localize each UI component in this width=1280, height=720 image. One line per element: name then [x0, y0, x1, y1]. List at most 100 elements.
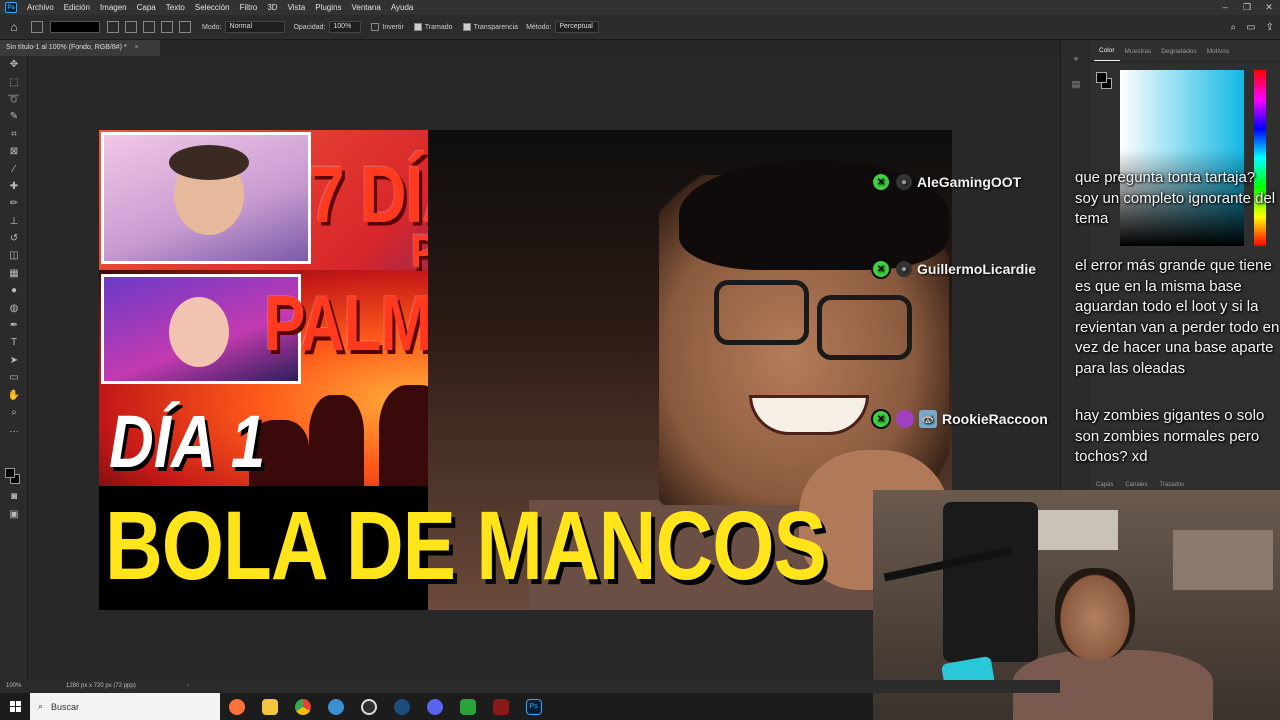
obs-icon[interactable] [352, 693, 385, 720]
diamond-gradient-icon[interactable] [179, 21, 191, 33]
steam-icon[interactable] [385, 693, 418, 720]
eyedropper-tool-icon[interactable]: ⁄ [0, 160, 28, 177]
crop-tool-icon[interactable]: ⌗ [0, 126, 28, 143]
shelf [1173, 530, 1273, 590]
gradient-preview[interactable] [50, 21, 100, 33]
quick-mask-icon[interactable]: ◙ [0, 488, 28, 505]
xbox-badge-icon: ✕ [871, 409, 891, 429]
brush-tool-icon[interactable]: ✏ [0, 195, 28, 212]
menu-3d[interactable]: 3D [262, 3, 282, 12]
minimize-icon[interactable]: – [1214, 0, 1236, 15]
menu-vista[interactable]: Vista [283, 3, 311, 12]
raccoon-avatar-icon: 🦝 [919, 410, 937, 428]
quick-selection-tool-icon[interactable]: ✎ [0, 108, 28, 125]
clone-stamp-tool-icon[interactable]: ⊥ [0, 213, 28, 230]
discord-icon[interactable] [418, 693, 451, 720]
type-tool-icon[interactable]: T [0, 334, 28, 351]
photoshop-icon[interactable]: Ps [517, 693, 550, 720]
thumbnail-image: 7 DÍAS PARA PALMARLA DÍA 1 BOLA DE MANCO… [99, 130, 952, 610]
xbox-icon[interactable] [451, 693, 484, 720]
menu-plugins[interactable]: Plugins [310, 3, 346, 12]
search-icon[interactable]: ⌕ [1231, 22, 1237, 33]
dither-checkbox[interactable] [413, 23, 422, 31]
user-icon: ● [896, 174, 912, 190]
streamer-panel-1 [101, 132, 311, 264]
menu-capa[interactable]: Capa [132, 3, 161, 12]
taskbar-search[interactable]: ⌕ Buscar [30, 693, 220, 720]
menu-edicion[interactable]: Edición [59, 3, 95, 12]
dodge-tool-icon[interactable]: ◍ [0, 299, 28, 316]
menu-bar: Ps Archivo Edición Imagen Capa Texto Sel… [0, 0, 1280, 15]
tab-degradados[interactable]: Degradados [1156, 48, 1201, 61]
firefox-icon[interactable] [220, 693, 253, 720]
menu-imagen[interactable]: Imagen [95, 3, 132, 12]
healing-brush-tool-icon[interactable]: ✚ [0, 178, 28, 195]
tab-color[interactable]: Color [1094, 47, 1120, 61]
start-button[interactable] [0, 693, 30, 720]
eraser-tool-icon[interactable]: ◫ [0, 247, 28, 264]
chrome-icon[interactable] [286, 693, 319, 720]
home-icon[interactable]: ⌂ [0, 20, 28, 34]
pen-tool-icon[interactable]: ✒ [0, 317, 28, 334]
menu-ayuda[interactable]: Ayuda [386, 3, 419, 12]
path-selection-tool-icon[interactable]: ➤ [0, 352, 28, 369]
zoom-level[interactable]: 100% [0, 680, 28, 693]
history-brush-tool-icon[interactable]: ↺ [0, 230, 28, 247]
status-bar: 1280 px x 720 px (72 ppp) › [28, 680, 1060, 693]
menu-filtro[interactable]: Filtro [235, 3, 263, 12]
share-icon[interactable]: ⇪ [1266, 22, 1274, 33]
menu-texto[interactable]: Texto [161, 3, 190, 12]
tools-panel: ✥ ⬚ ➰ ✎ ⌗ ⊠ ⁄ ✚ ✏ ⊥ ↺ ◫ ▦ ● ◍ ✒ T ➤ ▭ ✋ … [0, 56, 28, 680]
rectangle-tool-icon[interactable]: ▭ [0, 369, 28, 386]
tab-muestras[interactable]: Muestras [1120, 48, 1157, 61]
ccleaner-icon[interactable] [319, 693, 352, 720]
color-swatches[interactable] [5, 468, 21, 486]
taskbar: ⌕ Buscar Ps [0, 693, 873, 720]
linear-gradient-icon[interactable] [107, 21, 119, 33]
photoshop-logo-icon[interactable]: Ps [5, 2, 17, 13]
angle-gradient-icon[interactable] [143, 21, 155, 33]
invert-checkbox[interactable] [371, 23, 380, 31]
more-tools-icon[interactable]: … [0, 421, 28, 438]
file-explorer-icon[interactable] [253, 693, 286, 720]
close-icon[interactable]: ✕ [1258, 0, 1280, 15]
xbox-badge-icon: ✕ [871, 259, 891, 279]
mode-select[interactable]: Normal [225, 21, 286, 33]
gradient-tool-icon[interactable]: ▦ [0, 265, 28, 282]
tab-motivos[interactable]: Motivos [1202, 48, 1234, 61]
opacity-label: Opacidad: [293, 23, 326, 31]
radial-gradient-icon[interactable] [125, 21, 137, 33]
transparency-checkbox[interactable] [462, 23, 471, 31]
workspace-icon[interactable]: ▭ [1246, 22, 1255, 33]
menu-archivo[interactable]: Archivo [22, 3, 59, 12]
status-arrow-icon[interactable]: › [187, 683, 189, 689]
panel-color-swatches[interactable] [1096, 72, 1116, 92]
blur-tool-icon[interactable]: ● [0, 282, 28, 299]
davinci-icon[interactable] [484, 693, 517, 720]
frame-tool-icon[interactable]: ⊠ [0, 143, 28, 160]
chat-message: que pregunta tonta tartaja? soy un compl… [1075, 169, 1276, 227]
zoom-tool-icon[interactable]: ⌕ [0, 404, 28, 421]
reflected-gradient-icon[interactable] [161, 21, 173, 33]
comments-panel-icon[interactable]: ▤ [1061, 79, 1091, 90]
chat-user-row: ✕ ● GuillermoLicardie [871, 259, 1036, 279]
marquee-tool-icon[interactable]: ⬚ [0, 73, 28, 90]
opacity-input[interactable]: 100% [329, 21, 362, 33]
search-placeholder: Buscar [51, 701, 80, 712]
menu-ventana[interactable]: Ventana [346, 3, 385, 12]
move-tool-icon[interactable]: ✥ [0, 56, 28, 73]
maximize-icon[interactable]: ❐ [1236, 0, 1258, 15]
gradient-tool-icon[interactable] [31, 21, 43, 33]
document-tab[interactable]: Sin título-1 al 100% (Fondo, RGB/8#) * × [0, 40, 160, 56]
method-select[interactable]: Perceptual [555, 21, 600, 33]
foreground-color-swatch[interactable] [5, 468, 15, 478]
mode-label: Modo: [202, 23, 222, 31]
screen-mode-icon[interactable]: ▣ [0, 506, 28, 523]
chat-message: hay zombies gigantes o solo son zombies … [1075, 407, 1265, 465]
close-tab-icon[interactable]: × [135, 44, 139, 51]
lasso-tool-icon[interactable]: ➰ [0, 91, 28, 108]
hand-tool-icon[interactable]: ✋ [0, 386, 28, 403]
menu-seleccion[interactable]: Selección [190, 3, 235, 12]
windows-icon [9, 701, 21, 712]
history-panel-icon[interactable]: ⌖ [1061, 54, 1091, 65]
